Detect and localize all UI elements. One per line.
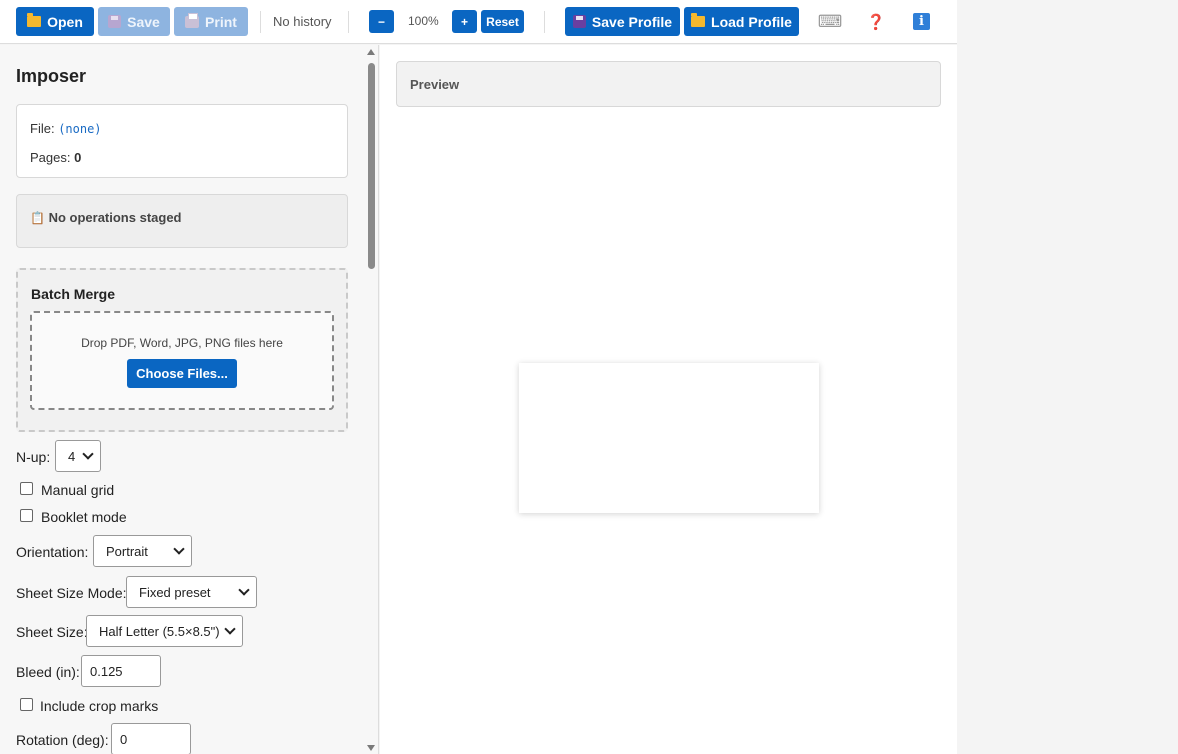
orientation-select[interactable]: Portrait <box>93 535 192 567</box>
scrollbar-thumb[interactable] <box>368 63 375 269</box>
sheet-size-select[interactable]: Half Letter (5.5×8.5") <box>86 615 243 647</box>
preview-sheet[interactable] <box>519 363 819 513</box>
save-profile-label: Save Profile <box>591 13 673 30</box>
sheet-size-mode-label: Sheet Size Mode: <box>16 585 127 601</box>
staged-text: No operations staged <box>48 210 182 225</box>
save-label: Save <box>127 13 160 30</box>
staged-row: 📋 No operations staged <box>30 210 182 225</box>
orientation-label: Orientation: <box>16 544 89 560</box>
zoom-level: 100% <box>408 14 439 28</box>
zoom-in-label: + <box>460 14 468 29</box>
reset-zoom-button[interactable]: Reset <box>481 10 524 33</box>
printer-icon <box>185 12 200 28</box>
preview-header: Preview <box>396 61 941 107</box>
chevron-down-icon <box>82 448 94 460</box>
rotation-label: Rotation (deg): <box>16 732 109 748</box>
batch-merge-title: Batch Merge <box>31 286 116 302</box>
reset-label: Reset <box>486 14 519 29</box>
pages-row: Pages: 0 <box>30 150 81 165</box>
clipboard-icon: 📋 <box>30 211 45 225</box>
booklet-mode-checkbox[interactable] <box>20 509 33 522</box>
sidebar-title: Imposer <box>16 66 87 86</box>
open-label: Open <box>47 13 83 30</box>
toolbar-divider <box>260 11 261 33</box>
file-value[interactable]: (none) <box>58 122 101 136</box>
load-profile-icon <box>691 13 706 27</box>
save-icon <box>108 15 122 28</box>
rotation-input[interactable]: 0 <box>111 723 191 754</box>
open-button[interactable]: Open <box>16 7 94 36</box>
choose-files-button[interactable]: Choose Files... <box>127 359 237 388</box>
save-profile-button[interactable]: Save Profile <box>565 7 680 36</box>
scroll-up-arrow-icon[interactable] <box>367 49 375 55</box>
nup-label: N-up: <box>16 449 51 465</box>
booklet-mode-label: Booklet mode <box>41 509 127 525</box>
manual-grid-label: Manual grid <box>41 482 115 498</box>
sheet-size-value: Half Letter (5.5×8.5") <box>99 623 220 639</box>
toolbar-divider <box>544 11 545 33</box>
chevron-down-icon <box>238 584 250 596</box>
sheet-size-mode-select[interactable]: Fixed preset <box>126 576 257 608</box>
scroll-down-arrow-icon[interactable] <box>367 745 375 751</box>
zoom-out-label: − <box>377 14 385 29</box>
toolbar-divider <box>348 11 349 33</box>
chevron-down-icon <box>173 543 185 555</box>
sidebar-scrollbar[interactable] <box>366 49 376 751</box>
save-profile-icon <box>572 15 586 28</box>
file-info-card: File: (none) Pages: 0 <box>16 104 348 178</box>
load-profile-button[interactable]: Load Profile <box>684 7 799 36</box>
file-label: File: <box>30 121 55 136</box>
chevron-down-icon <box>224 623 236 635</box>
nup-select[interactable]: 4 <box>55 440 101 472</box>
batch-merge-panel: Batch Merge Drop PDF, Word, JPG, PNG fil… <box>16 268 348 432</box>
history-status: No history <box>273 14 332 29</box>
print-label: Print <box>205 13 237 30</box>
sheet-size-label: Sheet Size: <box>16 624 88 640</box>
folder-icon <box>27 13 42 27</box>
dropzone-text: Drop PDF, Word, JPG, PNG files here <box>81 336 283 350</box>
save-button[interactable]: Save <box>98 7 170 36</box>
bleed-input[interactable]: 0.125 <box>81 655 161 687</box>
nup-value: 4 <box>68 448 76 464</box>
file-dropzone[interactable]: Drop PDF, Word, JPG, PNG files here Choo… <box>30 311 334 410</box>
sheet-size-mode-value: Fixed preset <box>139 584 211 600</box>
rotation-value: 0 <box>120 731 128 747</box>
preview-title: Preview <box>410 77 460 92</box>
print-button[interactable]: Print <box>174 7 248 36</box>
file-row: File: (none) <box>30 121 102 136</box>
bleed-label: Bleed (in): <box>16 664 80 680</box>
crop-marks-checkbox[interactable] <box>20 698 33 711</box>
manual-grid-checkbox[interactable] <box>20 482 33 495</box>
crop-marks-label: Include crop marks <box>40 698 159 714</box>
pages-value: 0 <box>74 150 82 165</box>
help-icon[interactable]: ❓ <box>866 12 886 32</box>
zoom-in-button[interactable]: + <box>452 10 477 33</box>
pages-label: Pages: <box>30 150 71 165</box>
info-icon[interactable]: i <box>913 13 930 30</box>
preview-area: Preview <box>380 45 957 754</box>
load-profile-label: Load Profile <box>711 13 792 30</box>
keyboard-icon[interactable]: ⌨ <box>818 12 843 32</box>
zoom-out-button[interactable]: − <box>369 10 394 33</box>
orientation-value: Portrait <box>106 543 148 559</box>
staged-operations-card: 📋 No operations staged <box>16 194 348 248</box>
bleed-value: 0.125 <box>90 663 123 679</box>
sidebar: Imposer File: (none) Pages: 0 📋 No opera… <box>0 45 379 754</box>
toolbar: Open Save Print No history − 100% + Rese… <box>0 0 957 44</box>
